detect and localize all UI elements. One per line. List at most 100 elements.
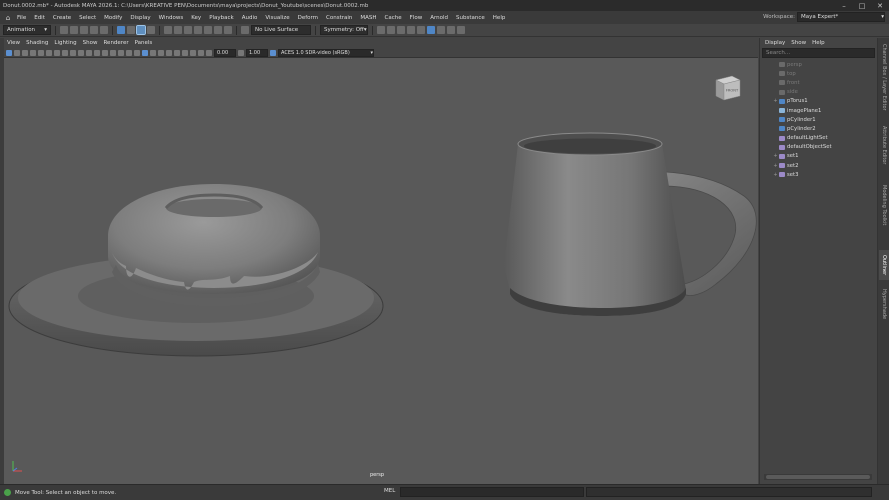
exposure-field[interactable]: 0.00 [214,48,236,57]
wireframe-on-shaded-icon[interactable] [110,49,116,56]
menu-select[interactable]: Select [75,15,100,21]
resolution-gate-icon[interactable] [54,49,60,56]
xray-joints-icon[interactable] [190,49,196,56]
textured-icon[interactable] [118,49,124,56]
outliner-search-input[interactable]: Search... [762,48,875,58]
menu-constrain[interactable]: Constrain [322,15,356,21]
view-transform-dropdown[interactable]: ACES 1.0 SDR-video (sRGB) ▾ [278,48,374,57]
isolate-select-icon[interactable] [174,49,180,56]
menu-key[interactable]: Key [187,15,205,21]
minimize-button[interactable]: – [835,0,853,11]
live-surface-icon[interactable] [241,26,249,34]
outliner-item-side[interactable]: side [760,88,878,97]
maximize-button[interactable]: □ [853,0,871,11]
outliner-item-pcylinder2[interactable]: pCylinder2 [760,124,878,133]
side-tab-modeling-toolkit[interactable]: Modeling Toolkit [879,178,889,233]
hypershade-icon[interactable] [417,26,425,34]
outliner-item-set3[interactable]: + set3 [760,170,878,179]
arnold-render-view-icon[interactable] [427,26,435,34]
outliner-menu-show[interactable]: Show [788,40,809,46]
panel-menu-view[interactable]: View [4,40,23,46]
outliner-item-persp[interactable]: persp [760,60,878,69]
menu-set-dropdown[interactable]: Animation ▾ [3,25,51,35]
menu-audio[interactable]: Audio [238,15,262,21]
save-scene-icon[interactable] [80,26,88,34]
workspace-dropdown[interactable]: Maya Expert* ▾ [797,12,885,22]
select-camera-icon[interactable] [6,49,12,56]
menu-create[interactable]: Create [49,15,75,21]
outliner-item-defaultlightset[interactable]: defaultLightSet [760,134,878,143]
home-icon[interactable]: ⌂ [3,13,13,23]
side-tab-attribute-editor[interactable]: Attribute Editor [879,118,889,173]
snap-edge-icon[interactable] [214,26,222,34]
film-gate-icon[interactable] [46,49,52,56]
command-line-label[interactable]: MEL [384,488,395,494]
outliner-item-imageplane1[interactable]: imagePlane1 [760,106,878,115]
expand-toggle[interactable]: + [772,163,779,169]
outliner-item-pcylinder1[interactable]: pCylinder1 [760,115,878,124]
snap-grid-icon[interactable] [164,26,172,34]
render-view-icon[interactable] [447,26,455,34]
side-tab-hypershade[interactable]: Hypershade [879,284,889,324]
command-line-input[interactable] [400,487,584,497]
construction-history-icon[interactable] [377,26,385,34]
outliner-item-front[interactable]: front [760,78,878,87]
menu-substance[interactable]: Substance [452,15,489,21]
outliner-item-defaultobjectset[interactable]: defaultObjectSet [760,143,878,152]
side-tab-channel-box-layer-editor[interactable]: Channel Box / Layer Editor [879,42,889,112]
lights-icon[interactable] [126,49,132,56]
panel-menu-show[interactable]: Show [80,40,101,46]
menu-deform[interactable]: Deform [294,15,322,21]
gamma-field[interactable]: 1.00 [246,48,268,57]
menu-edit[interactable]: Edit [30,15,49,21]
bookmark-icon[interactable] [22,49,28,56]
shadows-icon[interactable] [134,49,140,56]
select-by-object-icon[interactable] [127,26,135,34]
expand-toggle[interactable]: + [772,172,779,178]
new-scene-icon[interactable] [60,26,68,34]
menu-flow[interactable]: Flow [406,15,427,21]
snap-view-icon[interactable] [194,26,202,34]
smooth-shade-icon[interactable] [102,49,108,56]
backface-culling-icon[interactable] [198,49,204,56]
motion-blur-icon[interactable] [150,49,156,56]
snap-curve-icon[interactable] [174,26,182,34]
panel-menu-renderer[interactable]: Renderer [100,40,131,46]
select-by-component-icon[interactable] [136,25,146,35]
scrollbar-thumb[interactable] [766,475,870,479]
field-chart-icon[interactable] [70,49,76,56]
select-by-hierarchy-icon[interactable] [117,26,125,34]
safe-action-icon[interactable] [78,49,84,56]
wireframe-icon[interactable] [94,49,100,56]
panel-menu-panels[interactable]: Panels [132,40,156,46]
menu-help[interactable]: Help [489,15,510,21]
outliner-menu-help[interactable]: Help [809,40,828,46]
render-settings-icon[interactable] [407,26,415,34]
view-cube[interactable]: FRONT [712,72,744,104]
image-plane-icon[interactable] [30,49,36,56]
redo-icon[interactable] [100,26,108,34]
camera-attributes-icon[interactable] [14,49,20,56]
close-button[interactable]: ✕ [871,0,889,11]
side-tab-outliner[interactable]: Outliner [879,250,889,280]
select-mode-icon[interactable] [147,26,155,34]
panel-menu-lighting[interactable]: Lighting [51,40,79,46]
perspective-viewport[interactable]: FRONT persp [4,58,758,484]
xray-icon[interactable] [182,49,188,56]
undo-icon[interactable] [90,26,98,34]
menu-windows[interactable]: Windows [155,15,188,21]
depth-of-field-icon[interactable] [166,49,172,56]
menu-file[interactable]: File [13,15,30,21]
menu-cache[interactable]: Cache [381,15,406,21]
snap-surface-icon[interactable] [204,26,212,34]
arnold-ipr-icon[interactable] [437,26,445,34]
snap-point-icon[interactable] [184,26,192,34]
expand-toggle[interactable]: + [772,153,779,159]
menu-playback[interactable]: Playback [205,15,238,21]
ipr-render-icon[interactable] [397,26,405,34]
exposure-icon[interactable] [206,49,212,56]
grid-icon[interactable] [38,49,44,56]
menu-display[interactable]: Display [126,15,154,21]
menu-arnold[interactable]: Arnold [426,15,452,21]
outliner-item-ptorus1[interactable]: + pTorus1 [760,97,878,106]
